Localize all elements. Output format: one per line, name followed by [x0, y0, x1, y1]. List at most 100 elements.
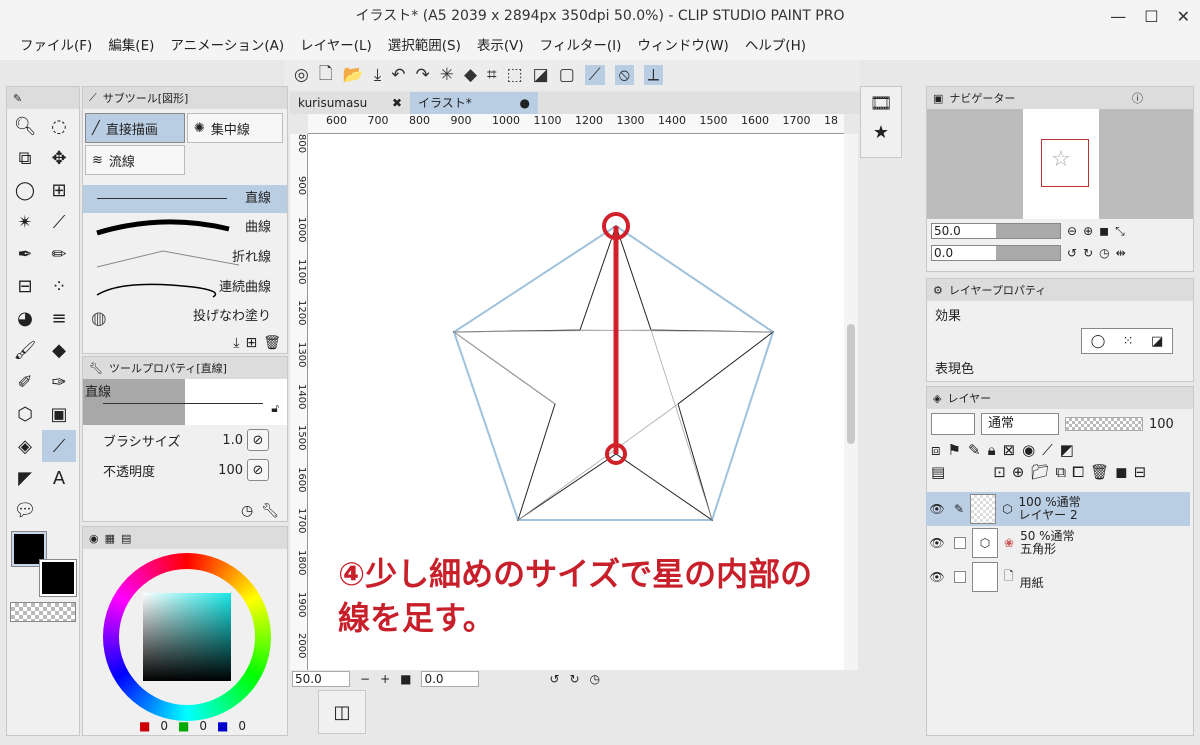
merge-down-icon[interactable]: ⧠ — [1072, 463, 1084, 481]
minimize-button[interactable]: — — [1110, 7, 1126, 26]
subtool-item-continuous-curve[interactable]: 連続曲線 — [83, 273, 287, 303]
ruler-tool-icon[interactable]: ◤ — [8, 462, 42, 494]
pen-tab-icon[interactable]: ✎ — [13, 92, 22, 105]
layer-color-select[interactable] — [931, 413, 975, 435]
subtool-item-curve[interactable]: 曲線 — [83, 213, 287, 243]
correct-line-icon[interactable]: ✑ — [42, 366, 76, 398]
redo-icon[interactable]: ↷ — [415, 65, 429, 85]
flip-h-icon[interactable]: ⇹ — [1116, 246, 1126, 260]
layer-move-tool-icon[interactable]: ⧉ — [8, 142, 42, 174]
tab-illust[interactable]: イラスト* ● — [410, 92, 538, 114]
drawing-canvas[interactable]: ④少し細めのサイズで星の内部の 線を足す。 — [308, 134, 844, 670]
fit-icon[interactable]: ■ — [400, 672, 411, 686]
layer-color-icon[interactable]: ◪ — [1151, 334, 1163, 349]
lock-alpha-icon[interactable]: ⊠ — [1003, 441, 1016, 459]
subtool-item-line[interactable]: 直線 — [83, 185, 287, 213]
menu-window[interactable]: ウィンドウ(W) — [629, 32, 736, 60]
vertical-scrollbar[interactable] — [844, 134, 858, 670]
open-file-icon[interactable]: 📂 — [343, 65, 364, 85]
close-button[interactable]: ✕ — [1177, 7, 1190, 26]
balloon-tool-icon[interactable]: 💬︎ — [8, 494, 42, 526]
vector-pen-icon[interactable]: ✐ — [8, 366, 42, 398]
lock-layer-icon[interactable]: 🔒︎ — [988, 441, 996, 459]
angle-value[interactable]: 0.0 — [421, 671, 480, 687]
menu-layer[interactable]: レイヤー(L) — [292, 32, 380, 60]
opacity-dynamics-icon[interactable]: ⊘ — [247, 459, 269, 481]
menu-animation[interactable]: アニメーション(A) — [162, 32, 292, 60]
color-wheel-tab-icon[interactable]: ◉ — [89, 532, 99, 545]
pencil-tool-icon[interactable]: ✏ — [42, 238, 76, 270]
layer-row-pentagon[interactable]: 👁︎ ⬡ ❀ 50 %通常 五角形 — [926, 526, 1190, 560]
sub-color-swatch[interactable] — [39, 559, 77, 597]
eraser-tool-icon[interactable]: ◆ — [42, 334, 76, 366]
nav-rotate-left-icon[interactable]: ↺ — [1067, 246, 1077, 260]
panel-toggle-icon[interactable]: ◫ — [333, 702, 350, 723]
save-icon[interactable]: ⤓ — [374, 65, 382, 85]
tab-kurisumasu[interactable]: kurisumasu ✖ — [290, 92, 410, 114]
subtool-group-stream[interactable]: ≋ 流線 — [85, 145, 185, 175]
transform-icon[interactable]: ⌗ — [487, 65, 497, 85]
apply-mask-icon[interactable]: ⊟ — [1134, 463, 1147, 481]
close-tab-icon[interactable]: ✖ — [392, 92, 402, 114]
zoom-value[interactable]: 50.0 — [292, 671, 350, 687]
menu-file[interactable]: ファイル(F) — [12, 32, 100, 60]
reference-icon[interactable]: ⚑ — [948, 441, 961, 459]
lock-icon[interactable]: 🔓︎ — [271, 401, 279, 416]
timeline-icon[interactable]: 🎞︎ — [861, 93, 901, 114]
menu-selection[interactable]: 選択範囲(S) — [380, 32, 469, 60]
hatch-tool-icon[interactable]: ≡ — [42, 302, 76, 334]
airbrush-tool-icon[interactable]: ⁘ — [42, 270, 76, 302]
fill-tool-icon[interactable]: ◈ — [8, 430, 42, 462]
lasso-tool-icon[interactable]: ◯ — [8, 174, 42, 206]
visibility-eye-icon[interactable]: 👁︎ — [926, 536, 948, 550]
color-set-tab-icon[interactable]: ▦ — [105, 532, 115, 545]
lasso-select-tool-icon[interactable]: ◌ — [42, 110, 76, 142]
menu-help[interactable]: ヘルプ(H) — [737, 32, 814, 60]
new-file-icon[interactable]: 🗋 — [319, 61, 333, 90]
subtool-group-direct[interactable]: ╱ 直接描画 — [85, 113, 185, 143]
nav-fit-icon[interactable]: ◼ — [1099, 224, 1109, 238]
navigator-preview[interactable]: ☆ — [927, 109, 1193, 219]
opacity-value[interactable]: 100 — [193, 463, 243, 478]
delete-icon[interactable]: 🗑︎ — [263, 335, 281, 351]
pen-tool-icon[interactable]: ✒ — [8, 238, 42, 270]
ruler-link-icon[interactable]: ⟋ — [1042, 441, 1053, 459]
nav-angle-value[interactable]: 0.0 — [931, 245, 1061, 261]
border-effect-icon[interactable]: ◯ — [1091, 334, 1106, 349]
menu-view[interactable]: 表示(V) — [469, 32, 532, 60]
subtool-group-focus[interactable]: ✺ 集中線 — [187, 113, 283, 143]
blend-mode-select[interactable]: 通常 — [981, 413, 1059, 435]
menu-filter[interactable]: フィルター(I) — [532, 32, 630, 60]
reset-icon[interactable]: ◷ — [241, 503, 253, 519]
visibility-eye-icon[interactable]: 👁︎ — [926, 502, 948, 516]
select-none-icon[interactable]: ⬚ — [507, 65, 523, 85]
color-history-tab-icon[interactable]: ▤ — [121, 532, 131, 545]
move-tool-icon[interactable]: ✥ — [42, 142, 76, 174]
tone-effect-icon[interactable]: ⁙ — [1123, 334, 1134, 349]
select-icon[interactable]: ▢ — [559, 65, 575, 85]
rotate-right-icon[interactable]: ↻ — [570, 672, 580, 686]
subtool-item-polyline[interactable]: 折れ線 — [83, 243, 287, 273]
subtool-item-lasso-fill[interactable]: ◍ 投げなわ塗り — [83, 303, 287, 331]
layer-search-icon[interactable]: ▤ — [931, 463, 945, 481]
reset-rotation-icon[interactable]: ◷ — [590, 672, 600, 686]
zoom-out-icon[interactable]: − — [360, 672, 370, 686]
nav-zoom-value[interactable]: 50.0 — [931, 223, 1061, 239]
delete-layer-icon[interactable]: 🗑︎ — [1090, 463, 1109, 481]
snap-grid-icon[interactable]: ⟂ — [643, 65, 664, 85]
maximize-button[interactable]: ☐ — [1144, 7, 1158, 26]
clip-studio-icon[interactable]: ◎ — [294, 65, 309, 85]
nav-zoom-in-icon[interactable]: ⊕ — [1083, 224, 1093, 238]
transfer-down-icon[interactable]: ⧉ — [1055, 463, 1066, 481]
nav-zoom-out-icon[interactable]: ⊖ — [1067, 224, 1077, 238]
layer-opacity-slider[interactable] — [1065, 417, 1143, 431]
zoom-in-icon[interactable]: + — [380, 672, 390, 686]
brush-size-dynamics-icon[interactable]: ⊘ — [247, 429, 269, 451]
settings-wrench-icon[interactable]: 🔧︎ — [261, 503, 279, 519]
frame-tool-icon[interactable]: ⊞ — [42, 174, 76, 206]
clear-icon[interactable]: ✳ — [440, 65, 454, 85]
material-icon[interactable]: ★ — [861, 122, 901, 143]
blend-tool-icon[interactable]: ◕ — [8, 302, 42, 334]
brush-size-value[interactable]: 1.0 — [193, 433, 243, 448]
new-raster-layer-icon[interactable]: ⊡ — [993, 463, 1006, 481]
